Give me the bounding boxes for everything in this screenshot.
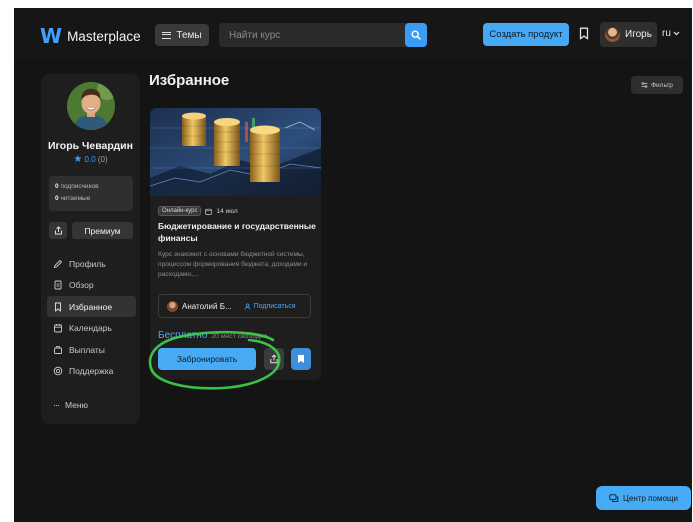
sidebar-item-label: Поддержка xyxy=(69,366,114,377)
subscribe-button[interactable]: Подписаться xyxy=(244,303,296,310)
more-dots-icon: ··· xyxy=(53,400,60,410)
search-input[interactable] xyxy=(219,23,404,47)
course-cover-image xyxy=(150,108,321,196)
sidebar-item-support[interactable]: Поддержка xyxy=(47,361,136,382)
logo[interactable]: W Masterplace xyxy=(40,24,141,48)
bookmark-filled-icon xyxy=(298,355,304,363)
course-date: 14 июл xyxy=(216,207,238,215)
page-title: Избранное xyxy=(149,72,230,89)
sidebar-item-menu[interactable]: ··· Меню xyxy=(53,400,88,410)
filter-icon xyxy=(641,82,648,88)
share-profile-button[interactable] xyxy=(49,222,67,239)
sidebar-item-label: Избранное xyxy=(69,301,113,312)
sidebar-item-label: Календарь xyxy=(69,323,112,334)
document-icon xyxy=(54,280,62,290)
bookmarks-button[interactable] xyxy=(579,27,589,45)
profile-sidebar: Игорь Чевардин ★ 0.0 (0) 0 подписчиков 0… xyxy=(41,74,140,424)
course-card[interactable]: Онлайн-курс 14 июл Бюджетирование и госу… xyxy=(150,108,321,380)
profile-rating: ★ 0.0 (0) xyxy=(41,154,140,165)
help-center-button[interactable]: Центр помощи xyxy=(596,486,691,510)
sidebar-item-label: Меню xyxy=(65,400,88,410)
seats-available: 20 мест свободно xyxy=(211,333,268,340)
help-center-label: Центр помощи xyxy=(623,493,678,503)
themes-label: Темы xyxy=(176,29,202,41)
share-icon xyxy=(270,354,278,364)
course-type-tag: Онлайн-курс xyxy=(158,206,202,216)
rating-value: 0.0 xyxy=(84,155,96,164)
course-meta: Онлайн-курс 14 июл xyxy=(158,206,238,216)
followers-stat: 0 подписчиков xyxy=(55,183,99,190)
premium-button[interactable]: Премиум xyxy=(72,222,133,239)
filter-button[interactable]: Фильтр xyxy=(631,76,683,94)
user-icon xyxy=(244,303,250,310)
author-row: Анатолий Б... Подписаться xyxy=(158,294,311,318)
rating-count: (0) xyxy=(97,155,108,164)
search-button[interactable] xyxy=(405,23,427,47)
filter-label: Фильтр xyxy=(651,81,673,89)
search-bar xyxy=(219,23,427,47)
bookmark-icon xyxy=(579,27,589,40)
price-row: Бесплатно 20 мест свободно xyxy=(158,330,267,341)
save-course-button[interactable] xyxy=(291,348,311,370)
chat-icon xyxy=(609,493,619,502)
bookmark-icon xyxy=(55,302,61,312)
chevron-down-icon xyxy=(673,31,680,36)
menu-lines-icon xyxy=(162,31,172,39)
course-title[interactable]: Бюджетирование и государственные финансы xyxy=(158,220,316,244)
user-name: Игорь xyxy=(625,29,652,40)
language-label: ru xyxy=(662,28,671,39)
sidebar-item-favorites[interactable]: Избранное xyxy=(47,296,136,318)
subscribe-label: Подписаться xyxy=(253,302,296,310)
readers-stat: 0 читаемые xyxy=(55,195,91,202)
author-name[interactable]: Анатолий Б... xyxy=(182,302,232,311)
create-product-button[interactable]: Создать продукт xyxy=(483,23,569,46)
themes-button[interactable]: Темы xyxy=(155,24,209,46)
profile-avatar[interactable] xyxy=(67,82,115,130)
sidebar-nav: Профиль Обзор Избранное Календарь Выплат… xyxy=(47,253,136,383)
top-header: W Masterplace Темы Создать продукт xyxy=(14,8,692,60)
calendar-icon xyxy=(54,324,62,333)
wallet-icon xyxy=(54,345,62,354)
logo-mark: W xyxy=(40,24,62,48)
profile-name: Игорь Чевардин xyxy=(48,140,133,152)
app-window: W Masterplace Темы Создать продукт xyxy=(14,8,692,522)
sidebar-item-overview[interactable]: Обзор xyxy=(47,275,136,296)
share-icon xyxy=(54,226,62,235)
language-selector[interactable]: ru xyxy=(662,28,680,39)
profile-stats: 0 подписчиков 0 читаемые xyxy=(49,176,133,211)
calendar-icon xyxy=(205,208,213,215)
search-icon xyxy=(411,30,421,40)
share-course-button[interactable] xyxy=(264,348,284,370)
star-icon: ★ xyxy=(73,154,83,165)
sidebar-item-payouts[interactable]: Выплаты xyxy=(47,339,136,360)
sidebar-item-label: Выплаты xyxy=(69,344,105,355)
sidebar-item-label: Обзор xyxy=(69,280,94,291)
user-menu[interactable]: Игорь xyxy=(600,22,657,47)
book-button[interactable]: Забронировать xyxy=(158,348,256,370)
app-name: Masterplace xyxy=(67,28,141,44)
support-icon xyxy=(53,367,63,376)
profile-photo xyxy=(67,82,115,130)
user-avatar xyxy=(605,27,620,42)
sidebar-item-label: Профиль xyxy=(69,258,106,269)
author-avatar xyxy=(167,300,178,312)
sidebar-item-profile[interactable]: Профиль xyxy=(47,253,136,274)
course-description: Курс знакомит с основами бюджетной систе… xyxy=(158,251,308,278)
pencil-icon xyxy=(53,259,63,268)
sidebar-item-calendar[interactable]: Календарь xyxy=(47,318,136,339)
course-price: Бесплатно xyxy=(158,330,208,341)
